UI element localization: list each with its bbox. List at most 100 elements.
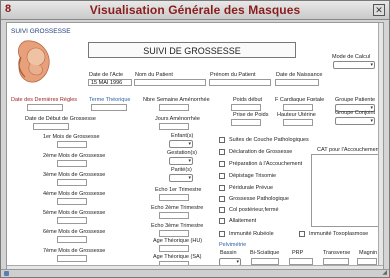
close-icon[interactable]: ✕ [373,4,385,16]
checkbox[interactable] [219,207,225,213]
semaine-label: Nbre Semaine Aménorrhée [143,97,210,103]
checkbox-label: Suites de Couche Pathologiques [229,137,309,143]
mode-calcul-select[interactable]: ▾ [333,61,375,69]
echo3-field[interactable] [159,230,189,237]
magnin-field[interactable] [357,258,377,265]
status-icon [4,271,9,276]
mois-field[interactable] [57,141,87,148]
title-bar[interactable]: 8 Visualisation Générale des Masques ✕ [1,1,389,20]
date-naissance-field[interactable] [275,79,319,86]
checkbox[interactable] [299,231,305,237]
echo2-label: Echo 2ème Trimestre [151,205,204,211]
checkbox-label: Préparation à l'Accouchement [229,161,303,167]
prise-poids-label: Prise de Poids [233,112,269,118]
mois-field[interactable] [57,217,87,224]
poids-debut-label: Poids début [233,97,263,103]
nom-patient-field[interactable] [134,79,206,86]
parite-label: Parité(s) [171,167,192,173]
checkbox[interactable] [219,137,225,143]
checkbox[interactable] [219,173,225,179]
mois-field[interactable] [57,179,87,186]
groupe-conjoint-label: Groupe Conjoint [335,110,376,116]
age-hu-field[interactable] [159,245,189,252]
checkbox[interactable] [219,196,225,202]
mois-label: 6ème Mois de Grossesse [43,229,106,235]
mois-label: 5ème Mois de Grossesse [43,210,106,216]
mois-field[interactable] [57,236,87,243]
nom-patient-label: Nom du Patient [135,72,173,78]
checkbox[interactable] [219,149,225,155]
parite-select[interactable]: ▾ [169,174,193,182]
pelvimetrie-col: Bi-Sciatique [250,250,280,256]
semaine-field[interactable] [159,104,189,111]
checkbox-label: Col postérieur,fermé [229,207,279,213]
ddr-label: Date des Dernières Règles [11,97,78,103]
banner-box: SUIVI DE GROSSESSE [88,42,296,58]
pelvimetrie-col: Magnin [359,250,378,256]
gestation-select[interactable]: ▾ [169,157,193,165]
checkbox-label: Allaitement [229,218,257,224]
mois-label: 7ème Mois de Grossesse [43,248,106,254]
form-area: SUIVI GROSSESSE SUIVI DE GROSSESSE Mode … [6,22,384,271]
age-hu-label: Age Théorique (HU) [153,238,203,244]
date-acte-field[interactable]: 15 MAI 1996 [88,79,132,86]
section-title: SUIVI GROSSESSE [11,28,71,35]
hauteur-label: Hauteur Utérine [277,112,316,118]
poids-debut-field[interactable] [231,104,261,111]
echo2-field[interactable] [159,212,189,219]
hauteur-field[interactable] [283,119,313,126]
chevron-down-icon: ▾ [188,175,191,181]
checkbox-label: Dépistage Trisomie [229,173,277,179]
ddr-field[interactable] [27,104,63,111]
window-title: Visualisation Générale des Masques [89,3,301,17]
checkbox-label: Grossesse Pathologique [229,196,289,202]
fc-label: F Cardiaque Fœtale [275,97,325,103]
mois-field[interactable] [57,160,87,167]
immunite-rubeole-label: Immunité Rubéole [229,231,274,237]
cat-label: CAT pour l'Accouchement [317,147,381,153]
status-bar: ◢ [1,269,389,277]
pelvimetrie-title: Pelvimétrie [219,242,247,248]
prise-poids-field[interactable] [231,119,261,126]
pelvimetrie-col: PRP [292,250,304,256]
vertical-scrollbar[interactable] [378,23,383,270]
mois-field[interactable] [57,198,87,205]
checkbox-label: Péridurale Prévue [229,185,274,191]
immunite-toxo-label: Immunité Toxoplasmose [309,231,369,237]
enfants-label: Enfant(s) [171,133,194,139]
terme-field[interactable] [91,104,127,111]
transverse-field[interactable] [323,258,349,265]
fetus-illustration [17,40,50,83]
banner-title: SUIVI DE GROSSESSE [143,46,241,56]
echo1-field[interactable] [159,194,189,201]
groupe-patiente-label: Groupe Patiente [335,97,376,103]
checkbox-label: Déclaration de Grossesse [229,149,293,155]
fc-field[interactable] [283,104,313,111]
bi-sciatique-field[interactable] [251,258,279,265]
mois-label: 4ème Mois de Grossesse [43,191,106,197]
date-naissance-label: Date de Naissance [276,72,323,78]
resize-grip-icon[interactable]: ◢ [382,269,387,276]
checkbox[interactable] [219,231,225,237]
gestation-label: Gestation(s) [167,150,197,156]
checkbox[interactable] [219,185,225,191]
prenom-patient-field[interactable] [209,79,271,86]
prp-field[interactable] [289,258,313,265]
checkbox[interactable] [219,218,225,224]
chevron-down-icon: ▾ [188,158,191,164]
jours-label: Jours Aménorrhée [155,116,200,122]
jours-field[interactable] [159,123,189,130]
mois-label: 1er Mois de Grossesse [43,134,100,140]
checkbox[interactable] [219,161,225,167]
cat-textarea[interactable] [311,154,379,227]
mois-label: 3ème Mois de Grossesse [43,172,106,178]
pelvimetrie-col: Transverse [323,250,351,256]
mois-label: 2ème Mois de Grossesse [43,153,106,159]
enfants-select[interactable]: ▾ [169,140,193,148]
pelvimetrie-col: Bassin [220,250,237,256]
prenom-patient-label: Prénom du Patient [210,72,256,78]
debut-grossesse-field[interactable] [33,123,69,130]
groupe-conjoint-select[interactable]: ▾ [335,117,375,125]
chevron-down-icon: ▾ [188,141,191,147]
mois-field[interactable] [57,255,87,262]
